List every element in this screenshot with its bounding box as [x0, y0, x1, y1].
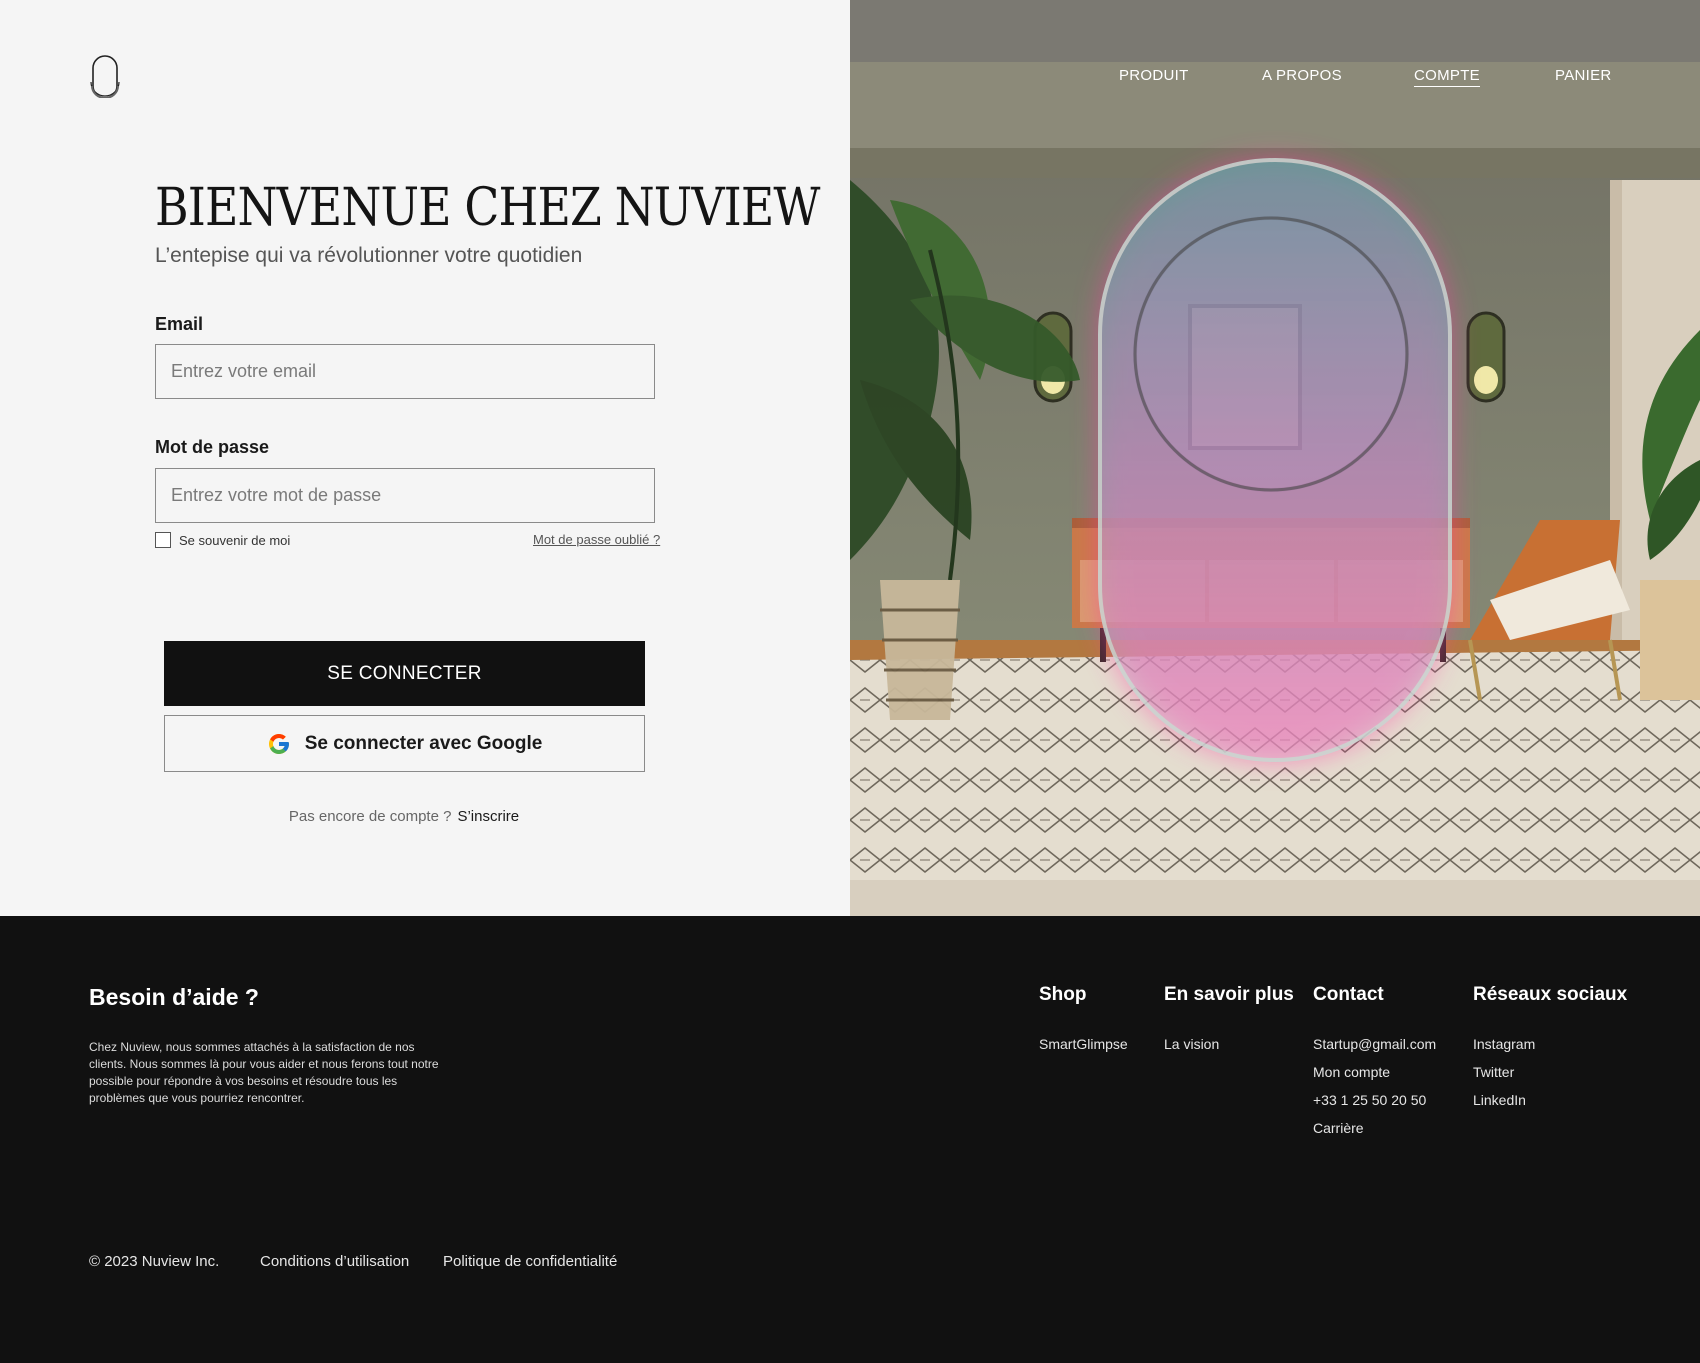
- nuview-logo-icon[interactable]: [89, 52, 121, 98]
- privacy-link[interactable]: Politique de confidentialité: [443, 1253, 617, 1270]
- remember-checkbox[interactable]: [155, 532, 171, 548]
- email-field[interactable]: [155, 344, 655, 399]
- forgot-password-link[interactable]: Mot de passe oublié ?: [533, 532, 660, 547]
- footer-link-vision[interactable]: La vision: [1164, 1036, 1219, 1052]
- nav-panier[interactable]: PANIER: [1555, 67, 1612, 84]
- copyright: © 2023 Nuview Inc.: [89, 1253, 220, 1270]
- footer-link-instagram[interactable]: Instagram: [1473, 1036, 1535, 1052]
- help-text: Chez Nuview, nous sommes attachés à la s…: [89, 1040, 439, 1105]
- footer-col-contact-title: Contact: [1313, 984, 1384, 1005]
- email-label: Email: [155, 314, 204, 334]
- footer-link-linkedin[interactable]: LinkedIn: [1473, 1092, 1526, 1108]
- footer-link-email[interactable]: Startup@gmail.com: [1313, 1036, 1436, 1052]
- no-account-text: Pas encore de compte ?: [288, 808, 452, 825]
- nav-produit[interactable]: PRODUIT: [1119, 67, 1189, 84]
- signup-prompt: Pas encore de compte ? S’inscrire: [0, 808, 808, 825]
- terms-link[interactable]: Conditions d’utilisation: [260, 1253, 409, 1270]
- top-section: Bienvenue chez Nuview L’entepise qui va …: [0, 0, 1700, 916]
- hero-image: PRODUIT A PROPOS COMPTE PANIER: [850, 0, 1700, 916]
- google-login-button[interactable]: Se connecter avec Google: [164, 715, 645, 772]
- signup-link[interactable]: S’inscrire: [457, 808, 519, 825]
- password-label: Mot de passe: [155, 437, 270, 457]
- living-room-illustration: [850, 0, 1700, 916]
- page-subtitle: L’entepise qui va révolutionner votre qu…: [155, 244, 583, 267]
- footer-link-phone[interactable]: +33 1 25 50 20 50: [1313, 1092, 1426, 1108]
- password-field[interactable]: [155, 468, 655, 523]
- login-button[interactable]: SE CONNECTER: [164, 641, 645, 706]
- footer-link-twitter[interactable]: Twitter: [1473, 1064, 1514, 1080]
- remember-label: Se souvenir de moi: [179, 532, 291, 548]
- google-icon: [268, 733, 289, 754]
- remember-me[interactable]: Se souvenir de moi: [155, 532, 290, 548]
- nav-a-propos[interactable]: A PROPOS: [1262, 67, 1342, 84]
- help-title: Besoin d’aide ?: [89, 984, 259, 1010]
- page-title: Bienvenue chez Nuview: [155, 178, 820, 238]
- footer-link-account[interactable]: Mon compte: [1313, 1064, 1390, 1080]
- google-login-label: Se connecter avec Google: [304, 732, 543, 754]
- nav-compte[interactable]: COMPTE: [1414, 67, 1480, 87]
- footer-col-learn-title: En savoir plus: [1164, 984, 1294, 1005]
- footer-col-social-title: Réseaux sociaux: [1473, 984, 1628, 1005]
- footer-col-shop-title: Shop: [1039, 984, 1087, 1005]
- login-panel: Bienvenue chez Nuview L’entepise qui va …: [0, 0, 850, 916]
- footer-link-careers[interactable]: Carrière: [1313, 1120, 1364, 1136]
- footer: Besoin d’aide ? Chez Nuview, nous sommes…: [0, 916, 1700, 1363]
- footer-link-smartglimpse[interactable]: SmartGlimpse: [1039, 1036, 1128, 1052]
